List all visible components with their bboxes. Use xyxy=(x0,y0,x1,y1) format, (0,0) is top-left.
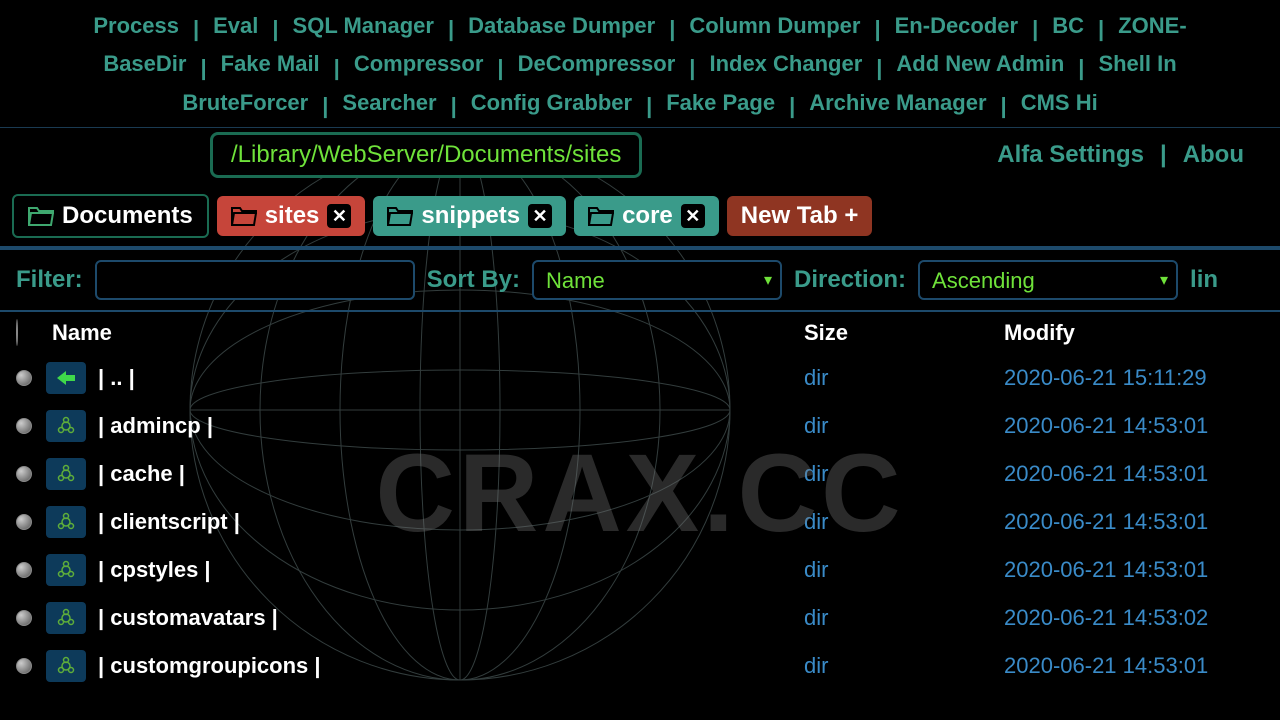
folder-hazard-icon xyxy=(46,650,86,682)
tab-snippets[interactable]: snippets ✕ xyxy=(373,196,566,236)
row-modify: 2020-06-21 14:53:02 xyxy=(1004,605,1264,631)
path-bar: /Library/WebServer/Documents/sites Alfa … xyxy=(0,128,1280,186)
row-name[interactable]: | clientscript | xyxy=(98,509,804,535)
row-size: dir xyxy=(804,509,1004,535)
nav-item[interactable]: Column Dumper xyxy=(675,8,874,43)
nav-item[interactable]: Database Dumper xyxy=(454,8,669,43)
row-name[interactable]: | cache | xyxy=(98,461,804,487)
tab-label: New Tab + xyxy=(741,202,859,230)
row-size: dir xyxy=(804,461,1004,487)
folder-hazard-icon xyxy=(46,458,86,490)
column-modify[interactable]: Modify xyxy=(1004,320,1264,346)
nav-item[interactable]: Shell In xyxy=(1084,46,1190,81)
select-all-radio[interactable] xyxy=(16,319,18,346)
directory-tabs: Documents sites ✕ snippets ✕ core ✕ New … xyxy=(0,186,1280,248)
row-modify: 2020-06-21 14:53:01 xyxy=(1004,461,1264,487)
row-modify: 2020-06-21 14:53:01 xyxy=(1004,653,1264,679)
nav-item[interactable]: BC xyxy=(1038,8,1098,43)
nav-item[interactable]: Searcher xyxy=(328,85,450,120)
folder-open-icon xyxy=(28,205,54,227)
close-icon[interactable]: ✕ xyxy=(681,204,705,228)
table-row[interactable]: | .. |dir2020-06-21 15:11:29 xyxy=(0,354,1280,402)
table-row[interactable]: | customgroupicons |dir2020-06-21 14:53:… xyxy=(0,642,1280,690)
current-path[interactable]: /Library/WebServer/Documents/sites xyxy=(210,132,642,178)
sortby-label: Sort By: xyxy=(427,266,520,294)
folder-hazard-icon xyxy=(46,554,86,586)
row-radio[interactable] xyxy=(16,658,32,674)
row-radio[interactable] xyxy=(16,610,32,626)
tab-new[interactable]: New Tab + xyxy=(727,196,873,236)
nav-item[interactable]: SQL Manager xyxy=(279,8,448,43)
table-row[interactable]: | customavatars |dir2020-06-21 14:53:02 xyxy=(0,594,1280,642)
row-modify: 2020-06-21 14:53:01 xyxy=(1004,413,1264,439)
top-navigation: Process|Eval|SQL Manager|Database Dumper… xyxy=(0,0,1280,128)
row-modify: 2020-06-21 15:11:29 xyxy=(1004,365,1264,391)
row-radio[interactable] xyxy=(16,418,32,434)
tab-sites[interactable]: sites ✕ xyxy=(217,196,366,236)
folder-hazard-icon xyxy=(46,506,86,538)
tab-label: Documents xyxy=(62,202,193,230)
nav-item[interactable]: Eval xyxy=(199,8,272,43)
nav-item[interactable]: Compressor xyxy=(340,46,498,81)
row-radio[interactable] xyxy=(16,370,32,386)
nav-item[interactable]: Process xyxy=(79,8,193,43)
direction-select[interactable]: Ascending xyxy=(918,260,1178,300)
row-size: dir xyxy=(804,365,1004,391)
folder-hazard-icon xyxy=(46,602,86,634)
table-row[interactable]: | admincp |dir2020-06-21 14:53:01 xyxy=(0,402,1280,450)
sortby-select[interactable]: Name xyxy=(532,260,782,300)
row-size: dir xyxy=(804,557,1004,583)
row-name[interactable]: | customavatars | xyxy=(98,605,804,631)
close-icon[interactable]: ✕ xyxy=(327,204,351,228)
nav-item[interactable]: DeCompressor xyxy=(504,46,690,81)
tab-documents[interactable]: Documents xyxy=(12,194,209,238)
tab-label: sites xyxy=(265,202,320,230)
row-name[interactable]: | customgroupicons | xyxy=(98,653,804,679)
nav-item[interactable]: Config Grabber xyxy=(457,85,646,120)
row-modify: 2020-06-21 14:53:01 xyxy=(1004,557,1264,583)
folder-open-icon xyxy=(387,205,413,227)
direction-label: Direction: xyxy=(794,266,906,294)
alfa-settings-link[interactable]: Alfa Settings xyxy=(981,141,1160,169)
about-link[interactable]: Abou xyxy=(1167,141,1260,169)
nav-item[interactable]: ZONE- xyxy=(1104,8,1200,43)
row-size: dir xyxy=(804,653,1004,679)
nav-item[interactable]: Fake Page xyxy=(652,85,789,120)
close-icon[interactable]: ✕ xyxy=(528,204,552,228)
row-modify: 2020-06-21 14:53:01 xyxy=(1004,509,1264,535)
nav-item[interactable]: Archive Manager xyxy=(795,85,1000,120)
row-radio[interactable] xyxy=(16,514,32,530)
column-name[interactable]: Name xyxy=(52,320,804,346)
row-name[interactable]: | admincp | xyxy=(98,413,804,439)
arrow-left-icon xyxy=(46,362,86,394)
nav-item[interactable]: Fake Mail xyxy=(207,46,334,81)
nav-item[interactable]: CMS Hi xyxy=(1007,85,1112,120)
tab-label: snippets xyxy=(421,202,520,230)
row-radio[interactable] xyxy=(16,466,32,482)
nav-item[interactable]: BaseDir xyxy=(89,46,200,81)
table-row[interactable]: | clientscript |dir2020-06-21 14:53:01 xyxy=(0,498,1280,546)
table-row[interactable]: | cpstyles |dir2020-06-21 14:53:01 xyxy=(0,546,1280,594)
nav-item[interactable]: Add New Admin xyxy=(882,46,1078,81)
tab-label: core xyxy=(622,202,673,230)
filter-label: Filter: xyxy=(16,266,83,294)
nav-item[interactable]: BruteForcer xyxy=(168,85,322,120)
tail-label: lin xyxy=(1190,266,1218,294)
folder-open-icon xyxy=(231,205,257,227)
filter-bar: Filter: Sort By: Name ▾ Direction: Ascen… xyxy=(0,248,1280,312)
filter-input[interactable] xyxy=(95,260,415,300)
row-size: dir xyxy=(804,413,1004,439)
row-size: dir xyxy=(804,605,1004,631)
column-size[interactable]: Size xyxy=(804,320,1004,346)
folder-open-icon xyxy=(588,205,614,227)
table-header: Name Size Modify xyxy=(0,312,1280,354)
row-name[interactable]: | .. | xyxy=(98,365,804,391)
tab-core[interactable]: core ✕ xyxy=(574,196,719,236)
nav-item[interactable]: En-Decoder xyxy=(881,8,1032,43)
row-radio[interactable] xyxy=(16,562,32,578)
folder-hazard-icon xyxy=(46,410,86,442)
table-row[interactable]: | cache |dir2020-06-21 14:53:01 xyxy=(0,450,1280,498)
nav-item[interactable]: Index Changer xyxy=(695,46,876,81)
row-name[interactable]: | cpstyles | xyxy=(98,557,804,583)
